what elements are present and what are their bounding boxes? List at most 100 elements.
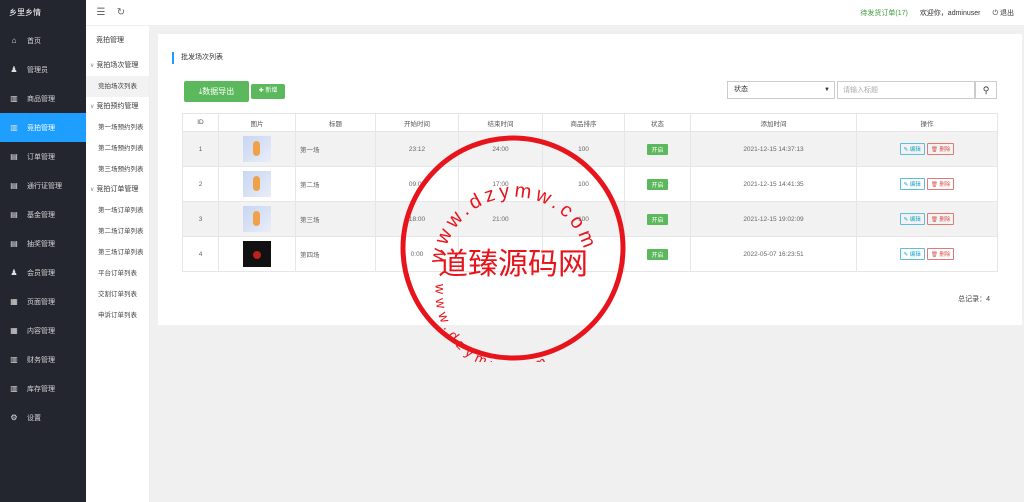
edit-button-label: 编辑 (909, 147, 921, 153)
sidebar-item-12[interactable]: ▥ 库存管理 (0, 374, 86, 403)
sidebar-item-8[interactable]: ♟ 会员管理 (0, 258, 86, 287)
delete-button[interactable]: 🗑 删除 (926, 213, 955, 225)
cell-image (218, 166, 296, 202)
sidebar-item-4[interactable]: ▤ 订单管理 (0, 142, 86, 171)
add-button[interactable]: ✚ 新增 (251, 84, 285, 99)
col-status: 状态 (624, 113, 691, 132)
plus-icon: ✚ (258, 88, 264, 94)
edit-button[interactable]: ✎ 编辑 (899, 178, 925, 190)
sidebar-item-label: 设置 (27, 414, 41, 422)
cell-image (218, 236, 296, 272)
sidebar-item-10[interactable]: ▦ 内容管理 (0, 316, 86, 345)
sidebar-item-label: 库存管理 (27, 385, 55, 393)
chevron-down-icon: ∨ (90, 63, 95, 69)
refresh-icon[interactable]: ↻ (116, 7, 126, 18)
cell-start: 09:00 (375, 166, 459, 202)
export-label: 数据导出 (202, 87, 235, 96)
menu-toggle-icon[interactable]: ☰ (96, 7, 106, 18)
chevron-down-icon: ∨ (90, 104, 95, 110)
export-button[interactable]: ⤓数据导出 (184, 81, 249, 102)
delete-button[interactable]: 🗑 删除 (926, 248, 955, 260)
subnav-title: 竞拍管理 (96, 37, 124, 44)
cell-end: 21:00 (458, 201, 543, 237)
edit-button[interactable]: ✎ 编辑 (899, 213, 925, 225)
subnav-group-label: 竞拍预约管理 (96, 103, 139, 110)
status-select[interactable]: 状态 ▼ (727, 81, 835, 99)
cell-image (218, 201, 296, 237)
cell-end: 24:00 (458, 131, 543, 167)
sub-navigation: 竞拍管理 ∨ 竞拍场次管理 竞拍场次列表 ∨ 竞拍预约管理 第一场预约列表 第二场预约列表第… (86, 26, 150, 502)
cell-start: 18:00 (375, 201, 459, 237)
subnav-link[interactable]: 第一场预约列表 (86, 117, 149, 138)
product-thumbnail (243, 136, 271, 162)
cell-added: 2021-12-15 19:02:09 (690, 201, 857, 237)
cell-added: 2021-12-15 14:37:13 (690, 131, 857, 167)
cell-title: 第三场 (295, 201, 376, 237)
subnav-link[interactable]: 第三场预约列表 (86, 159, 149, 180)
cell-title: 第一场 (295, 131, 376, 167)
search-input[interactable] (837, 81, 975, 99)
col-sort: 商品排序 (542, 113, 625, 132)
subnav-link[interactable]: 第二场订单列表 (86, 221, 149, 242)
subnav-group[interactable]: ∨ 竞拍场次管理 (86, 56, 149, 76)
col-added: 添加时间 (690, 113, 857, 132)
subnav-group[interactable]: ∨ 竞拍预约管理 (86, 97, 149, 117)
sessions-table: ID 图片 标题 开始时间 结束时间 商品排序 状态 添加时间 操作 1 第一场 2… (182, 113, 998, 272)
subnav-list: ∨ 竞拍场次管理 竞拍场次列表 ∨ 竞拍预约管理 第一场预约列表 第二场预约列表 第三场预约列… (86, 56, 149, 326)
cell-actions: ✎ 编辑 🗑 删除 (856, 131, 998, 167)
cell-start: 23:12 (375, 131, 459, 167)
delete-button-label: 删除 (939, 252, 951, 258)
page-icon: ▦ (10, 326, 18, 335)
status-badge: 开启 (647, 143, 668, 155)
table-row: 2 第二场 09:00 17:00 100 开启 2021-12-15 14:41:35 ✎ … (182, 166, 998, 202)
sidebar-item-11[interactable]: ▥ 财务管理 (0, 345, 86, 374)
sidebar-item-5[interactable]: ▤ 通行证管理 (0, 171, 86, 200)
delete-button[interactable]: 🗑 删除 (926, 143, 955, 155)
sidebar-item-label: 订单管理 (27, 153, 55, 161)
subnav-link[interactable]: 平台订单列表 (86, 263, 149, 284)
total-records: 总记录：4 (958, 296, 990, 303)
sidebar-item-6[interactable]: ▤ 基金管理 (0, 200, 86, 229)
sidebar-item-7[interactable]: ▤ 抽奖管理 (0, 229, 86, 258)
delete-button[interactable]: 🗑 删除 (926, 178, 955, 190)
main-panel: 批发场次列表 ⤓数据导出 ✚ 新增 状态 ▼ ⚲ ID 图片 标题 开始时间 结束… (158, 34, 1022, 325)
home-icon: ⌂ (11, 36, 17, 45)
welcome-text: 欢迎你，adminuser (919, 9, 981, 17)
power-icon: ⏻ (992, 9, 999, 17)
list-icon: ▤ (10, 210, 18, 219)
sidebar-item-3[interactable]: ▥ 竞拍管理 (0, 113, 86, 142)
table-row: 3 第三场 18:00 21:00 100 开启 2021-12-15 19:02:09 ✎ … (182, 201, 998, 237)
sidebar-item-label: 通行证管理 (27, 182, 62, 190)
cell-added: 2021-12-15 14:41:35 (690, 166, 857, 202)
subnav-group[interactable]: ∨ 竞拍订单管理 (86, 180, 149, 200)
subnav-link[interactable]: 第一场订单列表 (86, 200, 149, 221)
status-badge: 开启 (647, 178, 668, 190)
pending-orders-link[interactable]: 待发货订单(17) (860, 8, 907, 18)
subnav-link[interactable]: 交割订单列表 (86, 284, 149, 305)
sidebar-item-13[interactable]: ⚙ 设置 (0, 403, 86, 432)
sidebar-item-label: 内容管理 (27, 327, 55, 335)
sidebar-item-2[interactable]: ▥ 商品管理 (0, 84, 86, 113)
col-title: 标题 (295, 113, 376, 132)
logout-button[interactable]: ⏻ 退出 (993, 8, 1015, 18)
subnav-link[interactable]: 第三场订单列表 (86, 242, 149, 263)
cell-actions: ✎ 编辑 🗑 删除 (856, 201, 998, 237)
list-icon: ▤ (10, 152, 18, 161)
sidebar-item-label: 页面管理 (27, 298, 55, 306)
sidebar-item-label: 首页 (27, 37, 41, 45)
sidebar-item-0[interactable]: ⌂ 首页 (0, 26, 86, 55)
subnav-link[interactable]: 第二场预约列表 (86, 138, 149, 159)
gift-icon: ▥ (10, 94, 18, 103)
delete-button-label: 删除 (939, 147, 951, 153)
edit-button[interactable]: ✎ 编辑 (899, 143, 925, 155)
edit-button-label: 编辑 (909, 217, 921, 223)
subnav-link[interactable]: 申诉订单列表 (86, 305, 149, 326)
cell-actions: ✎ 编辑 🗑 删除 (856, 166, 998, 202)
cell-id: 4 (182, 236, 219, 272)
sidebar-item-1[interactable]: ♟ 管理员 (0, 55, 86, 84)
edit-button[interactable]: ✎ 编辑 (899, 248, 925, 260)
search-button[interactable]: ⚲ (975, 81, 997, 99)
subnav-link[interactable]: 竞拍场次列表 (86, 76, 149, 97)
sidebar-item-9[interactable]: ▦ 页面管理 (0, 287, 86, 316)
gift-icon: ▥ (10, 123, 18, 132)
